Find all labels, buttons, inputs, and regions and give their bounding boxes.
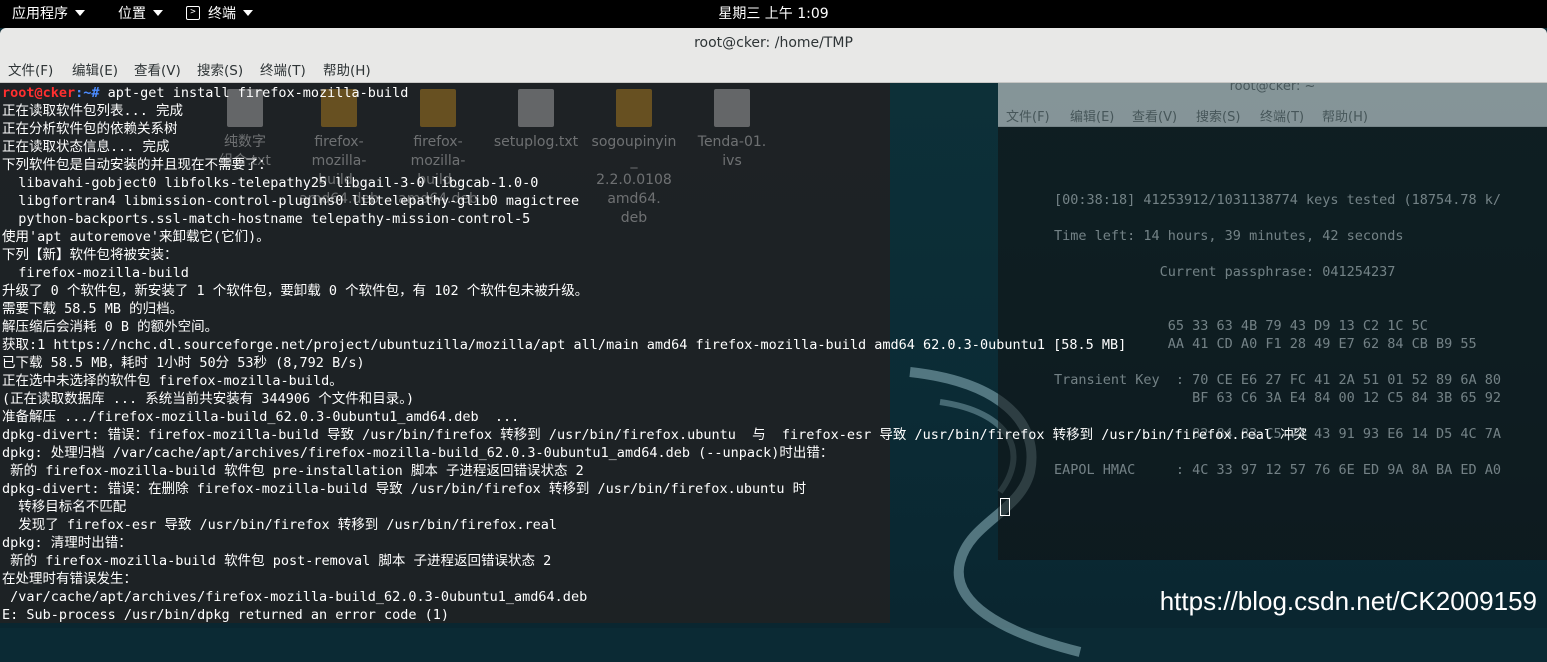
desktop-file-label: setuplog.txt xyxy=(493,134,579,150)
desktop-file-icon[interactable]: sogoupinyin _ 2.2.0.0108 amd64. deb xyxy=(579,89,689,228)
text-cursor xyxy=(1000,498,1010,516)
binary-file-icon xyxy=(714,89,750,127)
output-line: 转移目标名不匹配 xyxy=(2,499,127,515)
prompt-path: :~# xyxy=(75,85,108,101)
output-line: 已下载 58.5 MB，耗时 1小时 50分 53秒 (8,792 B/s) xyxy=(2,355,365,371)
clock[interactable]: 星期三 上午 1:09 xyxy=(0,4,1547,24)
output-line: 发现了 firefox-esr 导致 /usr/bin/firefox 转移到 … xyxy=(2,517,558,533)
menu-help[interactable]: 帮助(H) xyxy=(323,62,371,80)
output-line: E: Sub-process /usr/bin/dpkg returned an… xyxy=(2,607,450,623)
output-line: python-backports.ssl-match-hostname tele… xyxy=(2,211,531,227)
menu-terminal[interactable]: 终端(T) xyxy=(260,62,306,80)
menubar: 文件(F) 编辑(E) 查看(V) 搜索(S) 终端(T) 帮助(H) xyxy=(0,58,1547,83)
menu-search[interactable]: 搜索(S) xyxy=(197,62,243,80)
output-line: (正在读取数据库 ... 系统当前共安装有 344906 个文件和目录。) xyxy=(2,391,415,407)
output-line: 正在选中未选择的软件包 firefox-mozilla-build。 xyxy=(2,373,343,389)
output-line: 在处理时有错误发生： xyxy=(2,571,137,587)
terminal-window[interactable]: root@cker: /home/TMP 文件(F) 编辑(E) 查看(V) 搜… xyxy=(0,28,1547,628)
output-line: 升级了 0 个软件包，新安装了 1 个软件包，要卸载 0 个软件包，有 102 … xyxy=(2,283,589,299)
output-line: /var/cache/apt/archives/firefox-mozilla-… xyxy=(2,589,588,605)
output-line: 新的 firefox-mozilla-build 软件包 post-remova… xyxy=(2,553,552,569)
desktop-file-label: Tenda-01. ivs xyxy=(697,134,767,169)
prompt-user: root@cker xyxy=(2,85,76,101)
output-line: 正在读取软件包列表... 完成 xyxy=(2,103,184,119)
output-line: dpkg: 清理时出错： xyxy=(2,535,132,551)
window-title[interactable]: root@cker: /home/TMP xyxy=(0,28,1547,58)
output-line: 使用'apt autoremove'来卸载它(它们)。 xyxy=(2,229,270,245)
desktop-file-label: sogoupinyin _ 2.2.0.0108 amd64. deb xyxy=(591,134,677,226)
top-panel: 应用程序 位置 > 终端 星期三 上午 1:09 xyxy=(0,0,1547,28)
output-line: 新的 firefox-mozilla-build 软件包 pre-install… xyxy=(2,463,584,479)
output-line: dpkg-divert: 错误：firefox-mozilla-build 导致… xyxy=(2,427,1308,443)
output-line: libgfortran4 libmission-control-plugins0… xyxy=(2,193,580,209)
output-line: 需要下载 58.5 MB 的归档。 xyxy=(2,301,184,317)
desktop-file-icon[interactable]: Tenda-01. ivs xyxy=(677,89,787,171)
output-line: 正在读取状态信息... 完成 xyxy=(2,139,170,155)
output-line: libavahi-gobject0 libfolks-telepathy25 l… xyxy=(2,175,539,191)
output-line: 解压缩后会消耗 0 B 的额外空间。 xyxy=(2,319,219,335)
command-text: apt-get install firefox-mozilla-build xyxy=(107,85,409,101)
watermark: https://blog.csdn.net/CK2009159 xyxy=(1159,586,1537,616)
menu-view[interactable]: 查看(V) xyxy=(134,62,181,80)
output-line: firefox-mozilla-build xyxy=(2,265,189,281)
output-line: 下列软件包是自动安装的并且现在不需要了： xyxy=(2,157,272,173)
desktop-file-icon[interactable]: setuplog.txt xyxy=(481,89,591,152)
prompt-line: root@cker:~# apt-get install firefox-moz… xyxy=(2,84,408,102)
output-line: 正在分析软件包的依赖关系树 xyxy=(2,121,178,137)
output-line: dpkg-divert: 错误：在删除 firefox-mozilla-buil… xyxy=(2,481,807,497)
package-file-icon xyxy=(420,89,456,127)
package-file-icon xyxy=(616,89,652,127)
output-line: 获取:1 https://nchc.dl.sourceforge.net/pro… xyxy=(2,337,1127,353)
text-file-icon xyxy=(518,89,554,127)
menu-edit[interactable]: 编辑(E) xyxy=(72,62,118,80)
output-line: 准备解压 .../firefox-mozilla-build_62.0.3-0u… xyxy=(2,409,520,425)
output-line: dpkg: 处理归档 /var/cache/apt/archives/firef… xyxy=(2,445,834,461)
output-line: 下列【新】软件包将被安装： xyxy=(2,247,178,263)
terminal-output-area[interactable]: 纯数字 组合.txt firefox- mozilla- build_ amd6… xyxy=(0,83,1307,623)
menu-file[interactable]: 文件(F) xyxy=(8,62,53,80)
